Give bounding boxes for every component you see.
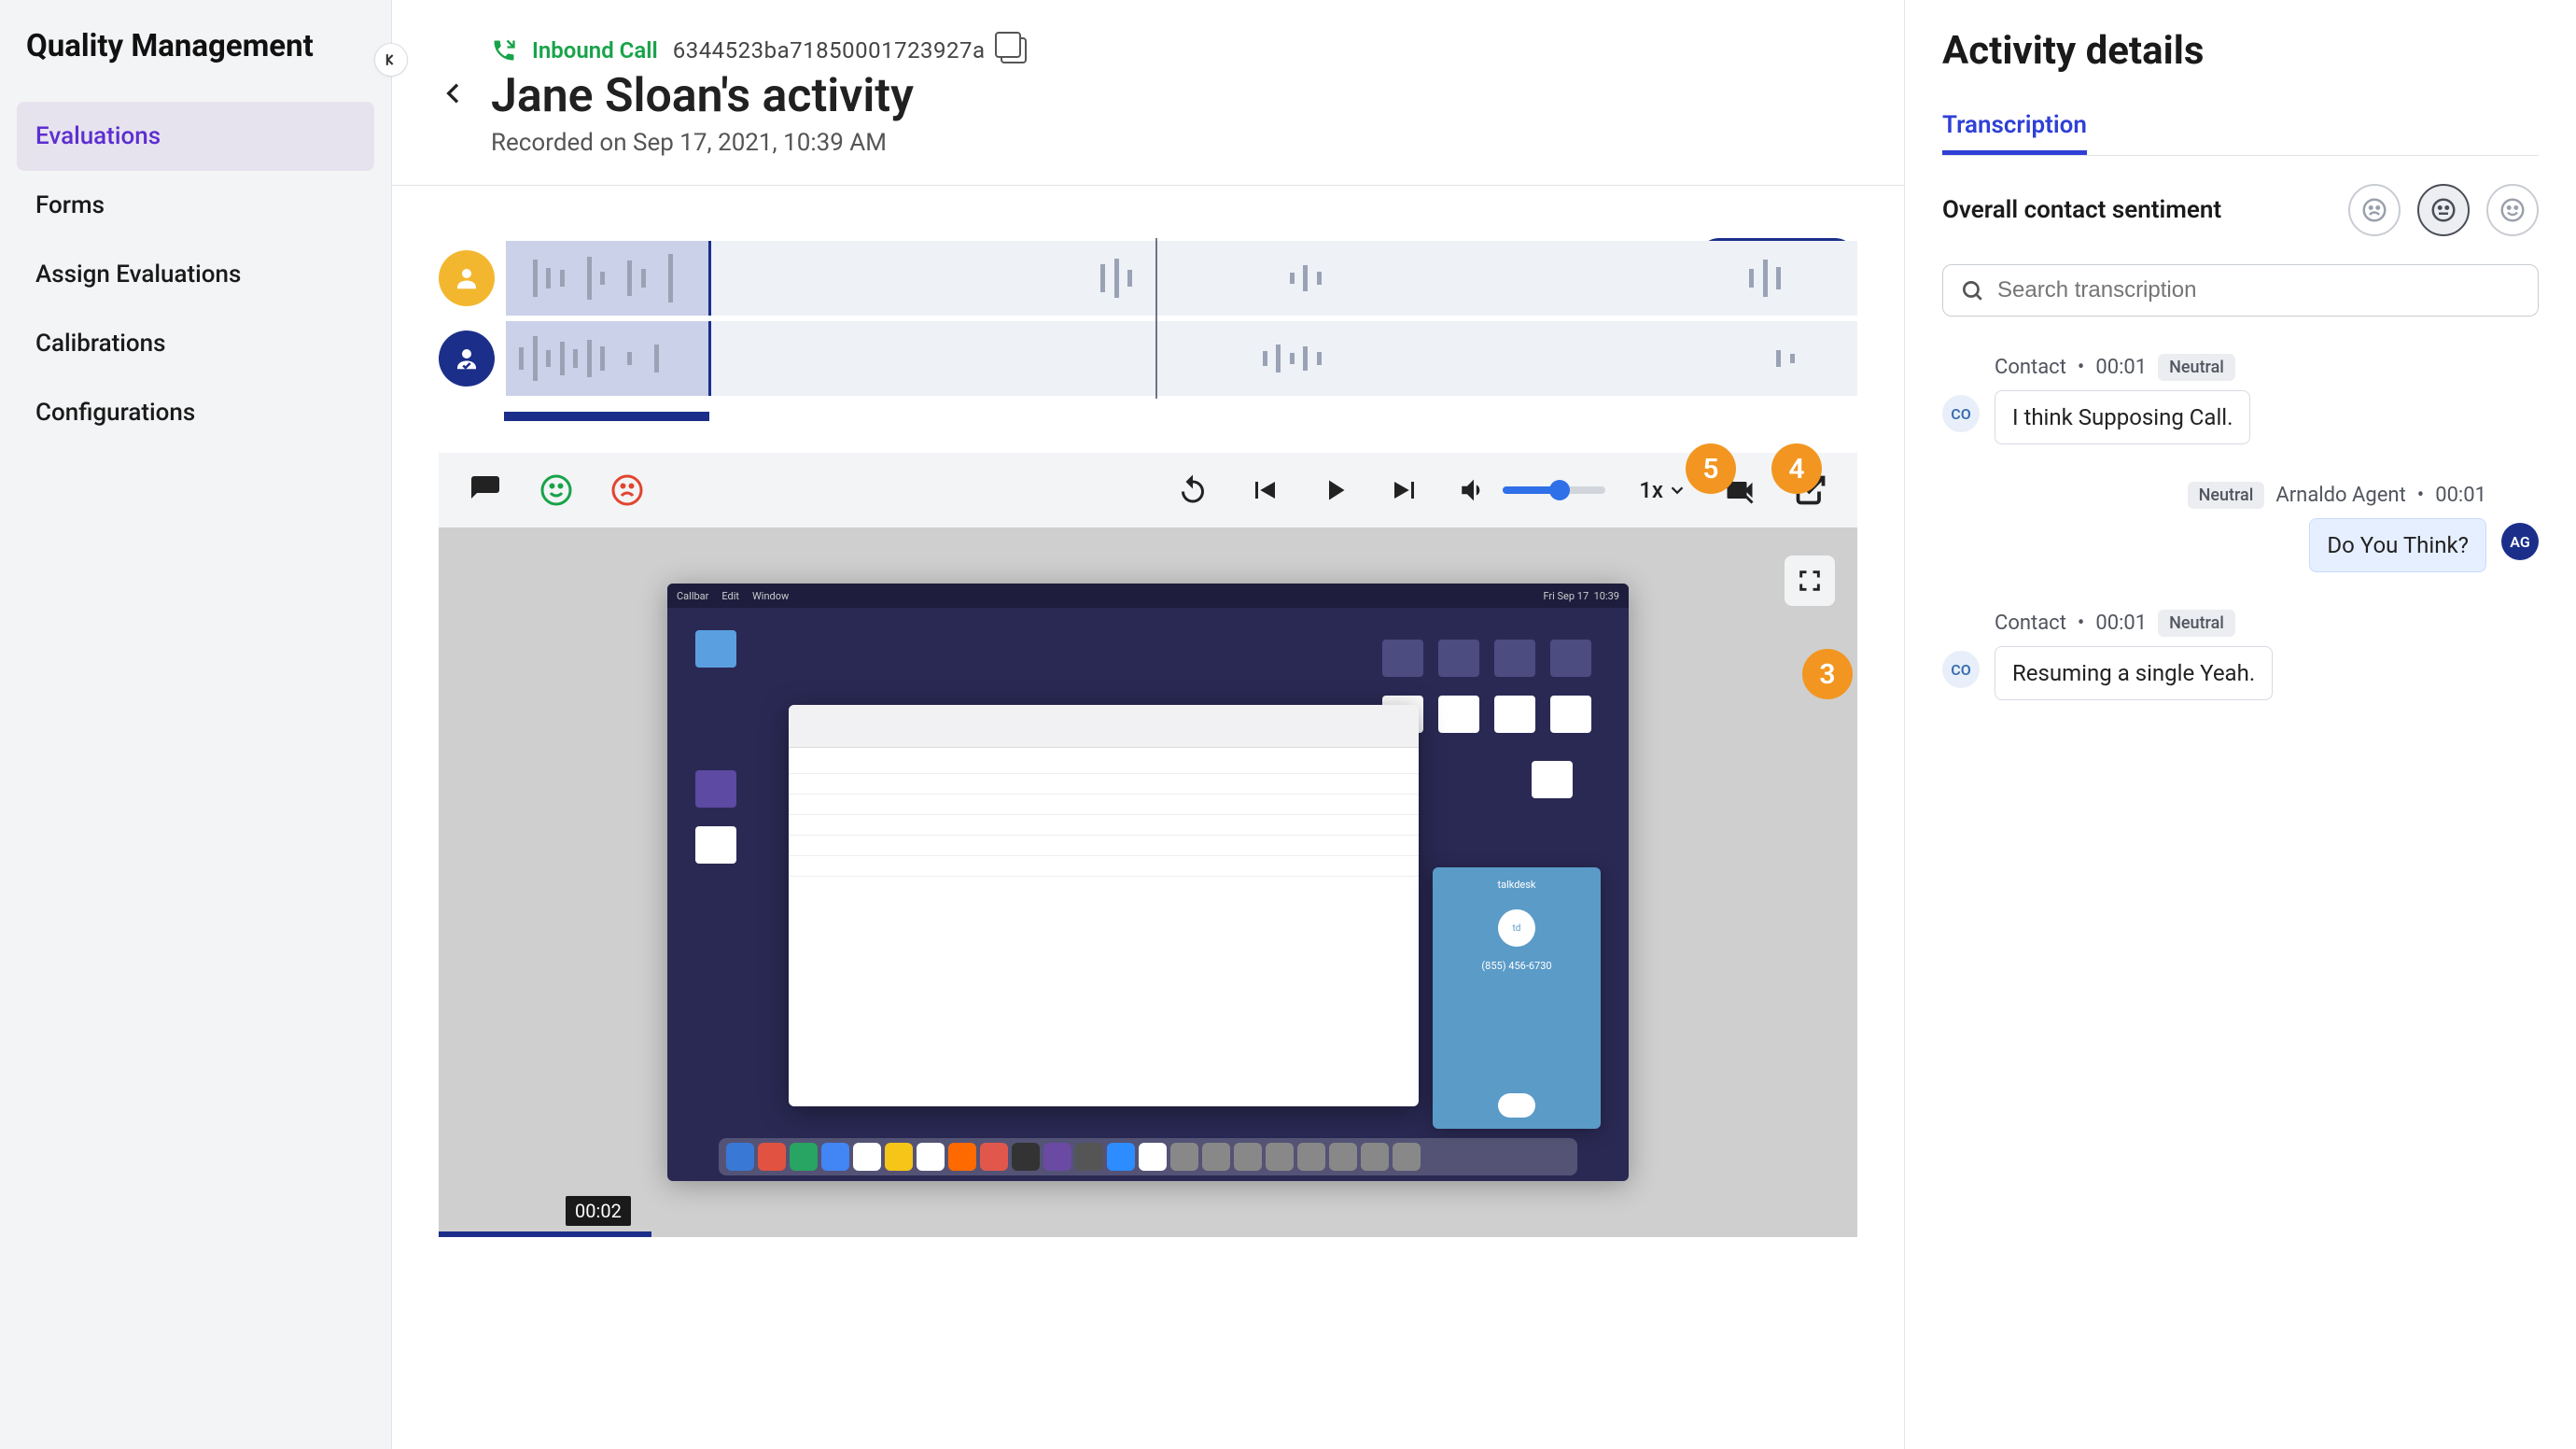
- sentiment-neutral-button[interactable]: [2417, 184, 2470, 236]
- details-tabs: Transcription: [1942, 100, 2539, 156]
- fullscreen-button[interactable]: [1785, 556, 1835, 606]
- video-progress[interactable]: [439, 1231, 1857, 1237]
- nav-item-configurations[interactable]: Configurations: [17, 378, 374, 447]
- app-title: Quality Management: [26, 28, 374, 64]
- scrub-track[interactable]: [439, 408, 1857, 425]
- sentiment-chip: Neutral: [2188, 482, 2265, 509]
- overall-sentiment-row: Overall contact sentiment: [1942, 156, 2539, 264]
- inbound-call-icon: [491, 37, 517, 63]
- transcript-item[interactable]: AG Neutral Arnaldo Agent • 00:01 Do You …: [1942, 482, 2539, 572]
- nav-item-assign-evaluations[interactable]: Assign Evaluations: [17, 240, 374, 309]
- sentiment-positive-button[interactable]: [2486, 184, 2539, 236]
- negative-sentiment-button[interactable]: [609, 471, 646, 509]
- main-content: Inbound Call 6344523ba71850001723927a Ja…: [392, 0, 1904, 1449]
- agent-waveform[interactable]: [506, 321, 1857, 396]
- avatar: AG: [2501, 523, 2539, 560]
- search-icon: [1960, 278, 1984, 302]
- call-type-label: Inbound Call: [532, 37, 658, 63]
- avatar: CO: [1942, 651, 1980, 688]
- page-title: Jane Sloan's activity: [491, 69, 1857, 123]
- annotation-marker-4[interactable]: 4: [1771, 443, 1822, 494]
- sentiment-chip: Neutral: [2158, 610, 2235, 637]
- sentiment-negative-button[interactable]: [2348, 184, 2401, 236]
- msg-timestamp: 00:01: [2435, 484, 2486, 507]
- playback-speed-button[interactable]: 1x: [1639, 477, 1687, 503]
- agent-speaker-icon: [439, 331, 495, 387]
- screen-recording-viewport[interactable]: CallbarEditWindowFri Sep 17 10:39: [439, 528, 1857, 1237]
- msg-text: I think Supposing Call.: [1995, 390, 2250, 444]
- details-panel: Activity details Transcription Overall c…: [1904, 0, 2576, 1449]
- volume-icon: [1458, 474, 1490, 506]
- add-comment-button[interactable]: [467, 471, 504, 509]
- player-area: 00:02/00:21: [392, 186, 1904, 1449]
- chevron-down-icon: [1667, 480, 1687, 500]
- annotation-marker-5[interactable]: 5: [1686, 443, 1736, 494]
- video-timestamp: 00:02: [566, 1196, 631, 1226]
- collapse-sidebar-button[interactable]: [374, 43, 408, 77]
- speaker-name: Arnaldo Agent: [2275, 484, 2405, 507]
- left-sidebar: Quality Management Evaluations Forms Ass…: [0, 0, 392, 1449]
- page-header: Inbound Call 6344523ba71850001723927a Ja…: [392, 0, 1904, 186]
- nav-item-calibrations[interactable]: Calibrations: [17, 309, 374, 378]
- volume-slider[interactable]: [1503, 486, 1605, 494]
- transcription-search[interactable]: [1942, 264, 2539, 317]
- details-title: Activity details: [1942, 28, 2539, 74]
- customer-speaker-icon: [439, 250, 495, 306]
- nav-item-forms[interactable]: Forms: [17, 171, 374, 240]
- speaker-name: Contact: [1995, 612, 2066, 635]
- transcript-item[interactable]: CO Contact • 00:01 Neutral I think Suppo…: [1942, 354, 2539, 444]
- copy-call-id-button[interactable]: [1001, 37, 1027, 63]
- back-button[interactable]: [439, 78, 469, 117]
- nav-item-evaluations[interactable]: Evaluations: [17, 102, 374, 171]
- msg-text: Resuming a single Yeah.: [1995, 646, 2273, 700]
- customer-waveform[interactable]: [506, 241, 1857, 316]
- tab-transcription[interactable]: Transcription: [1942, 100, 2087, 155]
- annotation-marker-3[interactable]: 3: [1802, 649, 1853, 699]
- msg-timestamp: 00:01: [2095, 612, 2147, 635]
- call-id: 6344523ba71850001723927a: [673, 37, 986, 63]
- speaker-name: Contact: [1995, 356, 2066, 379]
- sentiment-chip: Neutral: [2158, 354, 2235, 381]
- msg-text: Do You Think?: [2309, 518, 2486, 572]
- volume-control[interactable]: [1458, 474, 1605, 506]
- replay-button[interactable]: [1174, 471, 1211, 509]
- transcript-list: CO Contact • 00:01 Neutral I think Suppo…: [1942, 354, 2539, 700]
- sentiment-label: Overall contact sentiment: [1942, 196, 2221, 224]
- avatar: CO: [1942, 395, 1980, 432]
- play-button[interactable]: [1316, 471, 1353, 509]
- transcript-item[interactable]: CO Contact • 00:01 Neutral Resuming a si…: [1942, 610, 2539, 700]
- skip-back-button[interactable]: [1245, 471, 1282, 509]
- skip-forward-button[interactable]: [1387, 471, 1424, 509]
- transcription-search-input[interactable]: [1995, 276, 2521, 304]
- waveform-panel[interactable]: [439, 238, 1857, 399]
- msg-timestamp: 00:01: [2095, 356, 2147, 379]
- player-controls: 1x: [439, 453, 1857, 528]
- positive-sentiment-button[interactable]: [538, 471, 575, 509]
- recorded-desktop: CallbarEditWindowFri Sep 17 10:39: [667, 584, 1629, 1181]
- recorded-on: Recorded on Sep 17, 2021, 10:39 AM: [491, 129, 1857, 157]
